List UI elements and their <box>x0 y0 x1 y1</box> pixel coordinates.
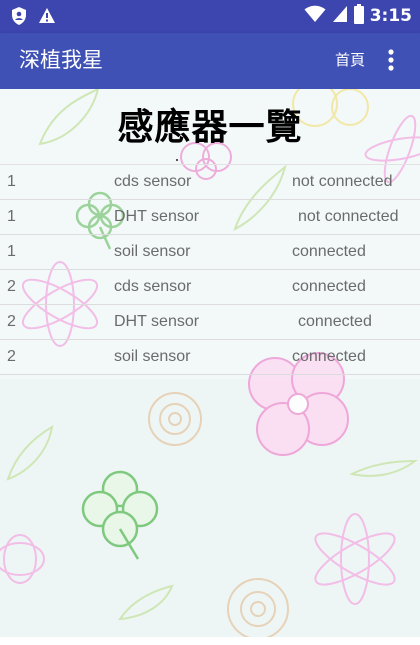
sensor-table: 1 cds sensor not connected 1 DHT sensor … <box>0 164 420 375</box>
sensor-id: 2 <box>7 348 16 365</box>
sensor-status: connected <box>292 348 366 365</box>
sensor-status: not connected <box>298 208 399 225</box>
table-row[interactable]: 2 DHT sensor connected <box>0 305 420 340</box>
wifi-icon <box>304 5 326 27</box>
table-row[interactable]: 1 soil sensor connected <box>0 235 420 270</box>
title-dot <box>176 159 178 161</box>
sensor-id: 1 <box>7 243 16 260</box>
sensor-name: cds sensor <box>114 278 192 295</box>
sensor-status: connected <box>292 278 366 295</box>
sensor-list-screen: 感應器一覽 1 cds sensor not connected 1 DHT s… <box>0 89 420 637</box>
status-bar: 3:15 <box>0 0 420 33</box>
table-row[interactable]: 2 soil sensor connected <box>0 340 420 375</box>
sensor-name: soil sensor <box>114 348 191 365</box>
cell-signal-icon <box>332 5 348 27</box>
table-row[interactable]: 1 DHT sensor not connected <box>0 200 420 235</box>
bottom-edge <box>0 637 420 645</box>
page-title: 感應器一覽 <box>117 107 303 148</box>
more-vert-icon[interactable] <box>380 47 402 73</box>
shield-icon <box>10 6 28 30</box>
sensor-name: DHT sensor <box>114 208 200 225</box>
sensor-name: cds sensor <box>114 173 192 190</box>
clock-time: 3:15 <box>369 6 412 26</box>
phone-screen: 3:15 深植我星 首頁 感應器一覽 1 cds sensor not conn… <box>0 0 420 645</box>
app-bar: 深植我星 首頁 <box>0 33 420 89</box>
app-title: 深植我星 <box>19 48 103 72</box>
sensor-name: soil sensor <box>114 243 191 260</box>
sensor-id: 2 <box>7 313 16 330</box>
home-menu-item[interactable]: 首頁 <box>335 49 365 71</box>
sensor-id: 2 <box>7 278 16 295</box>
sensor-status: connected <box>298 313 372 330</box>
sensor-name: DHT sensor <box>114 313 200 330</box>
sensor-id: 1 <box>7 208 16 225</box>
sensor-id: 1 <box>7 173 16 190</box>
battery-icon <box>353 4 364 28</box>
sensor-status: not connected <box>292 173 393 190</box>
table-row[interactable]: 2 cds sensor connected <box>0 270 420 305</box>
sensor-status: connected <box>292 243 366 260</box>
table-row[interactable]: 1 cds sensor not connected <box>0 164 420 200</box>
warning-icon <box>38 7 56 29</box>
